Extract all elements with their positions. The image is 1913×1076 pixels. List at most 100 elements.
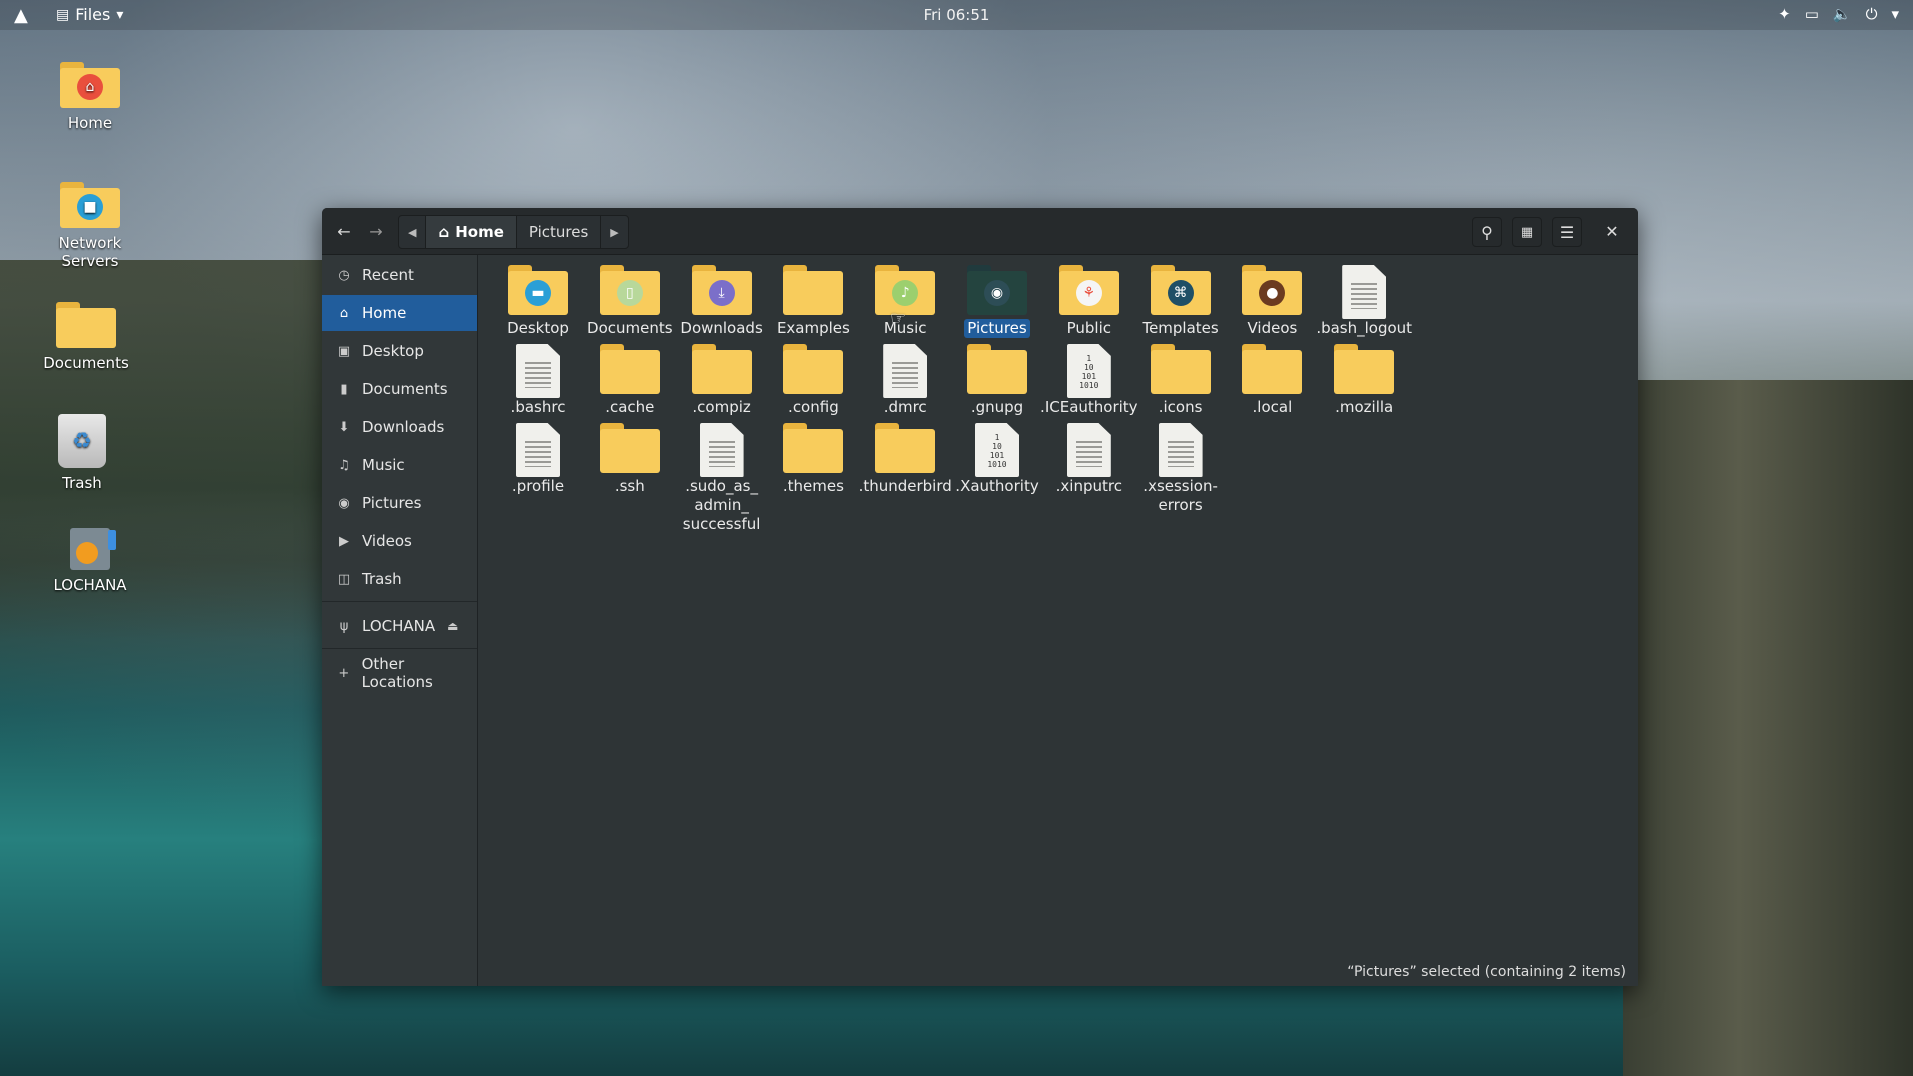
desktop-icon-label: Trash [62, 474, 102, 492]
file-label: .bashrc [510, 398, 566, 416]
file-label: .bash_logout [1316, 319, 1413, 337]
text-file-icon [516, 344, 560, 398]
search-button[interactable]: ⚲ [1472, 217, 1502, 247]
sidebar-item-label: Home [362, 304, 407, 322]
file-label: .icons [1158, 398, 1203, 416]
sidebar-item-documents[interactable]: ▮ Documents [322, 371, 477, 407]
desktop-icon-home[interactable]: ⌂ Home [35, 62, 145, 132]
breadcrumb-left-arrow-icon[interactable]: ◀ [399, 216, 427, 248]
files-app-icon: ▤ [56, 6, 70, 23]
folder-icon: ▯ [599, 265, 660, 315]
file-label: .xinputrc [1055, 477, 1122, 495]
plus-icon: + [338, 665, 350, 681]
sidebar-item-label: Other Locations [361, 655, 433, 691]
folder-icon [783, 344, 844, 394]
desktop-icon-label: LOCHANA [53, 576, 127, 594]
file-label: .themes [782, 477, 844, 495]
chevron-down-icon[interactable]: ▾ [1891, 5, 1899, 23]
sidebar-item-recent[interactable]: ◷ Recent [322, 257, 477, 293]
text-file-icon [1066, 423, 1111, 477]
file-label: .thunderbird [858, 477, 952, 495]
volume-icon[interactable]: 🔈 [1833, 5, 1852, 23]
view-grid-button[interactable]: ▦ [1512, 217, 1542, 247]
file-label: .profile [511, 477, 565, 495]
desktop-icon-network-servers[interactable]: ■ Network Servers [35, 182, 145, 270]
home-folder-icon: ⌂ [60, 62, 120, 108]
sidebar-item-label: Documents [362, 380, 448, 398]
file-label: Templates [1142, 319, 1219, 337]
sidebar-item-label: Videos [362, 532, 412, 550]
app-menu[interactable]: ▤ Files ▾ [56, 5, 123, 24]
sidebar-divider [322, 648, 477, 649]
system-tray[interactable]: ✦ ▭ 🔈 ⏻ ▾ [1778, 5, 1899, 23]
desktop-icon-label: Network Servers [58, 234, 122, 270]
clock[interactable]: Fri 06:51 [924, 6, 990, 24]
sidebar-item-pictures[interactable]: ◉ Pictures [322, 485, 477, 521]
chevron-down-icon: ▾ [116, 6, 124, 23]
desktop-icon-label: Home [67, 114, 113, 132]
status-bar: “Pictures” selected (containing 2 items) [1347, 964, 1626, 980]
accessibility-icon[interactable]: ✦ [1778, 5, 1791, 23]
folder-icon [783, 423, 844, 473]
forward-button[interactable]: → [362, 217, 390, 245]
menu-button[interactable]: ☰ [1552, 217, 1582, 247]
breadcrumb-right-arrow-icon[interactable]: ▶ [601, 216, 627, 248]
desktop-icon: ▣ [337, 343, 351, 359]
file-item[interactable]: .bash_logout [1308, 265, 1420, 338]
file-grid: ▬ Desktop ▯ Documents ⤓ Downloads Examples ♪ Mus… [478, 255, 1638, 986]
folder-icon [783, 265, 844, 315]
folder-icon [691, 344, 752, 394]
camera-icon: ◉ [984, 279, 1010, 306]
display-icon[interactable]: ▭ [1805, 5, 1819, 23]
folder-icon [56, 302, 116, 348]
text-file-icon [699, 423, 744, 477]
sidebar-item-videos[interactable]: ▶ Videos [322, 523, 477, 559]
desktop-icon-trash[interactable]: ♻ Trash [27, 414, 137, 492]
file-label: .compiz [692, 398, 751, 416]
file-label: .local [1252, 398, 1293, 416]
file-label: .gnupg [970, 398, 1024, 416]
file-manager-window: ← → ◀ ⌂ Home Pictures ▶ ⚲ ▦ ☰ ✕ ◷ Recent … [322, 208, 1638, 986]
text-file-icon [1342, 265, 1387, 319]
sidebar-item-label: Pictures [362, 494, 422, 512]
sidebar-item-downloads[interactable]: ⬇ Downloads [322, 409, 477, 445]
sidebar-divider [322, 601, 477, 602]
folder-icon: ◉ [967, 265, 1027, 315]
text-file-icon [883, 344, 928, 398]
video-icon: ▶ [339, 533, 349, 549]
back-button[interactable]: ← [330, 217, 358, 245]
sidebar-item-other-locations[interactable]: + Other Locations [322, 655, 477, 691]
sidebar-item-label: Trash [362, 570, 402, 588]
breadcrumb-current-label: Pictures [528, 223, 589, 241]
power-icon[interactable]: ⏻ [1866, 5, 1878, 23]
headphones-icon: ♫ [338, 457, 350, 473]
top-bar: ▲ ▤ Files ▾ Fri 06:51 ✦ ▭ 🔈 ⏻ ▾ [0, 0, 1913, 30]
sidebar-item-label: Recent [362, 266, 414, 284]
network-folder-icon: ■ [60, 182, 120, 228]
folder-icon: ⤓ [691, 265, 752, 315]
breadcrumb-pictures[interactable]: Pictures [517, 216, 602, 248]
activities-logo-icon[interactable]: ▲ [14, 5, 28, 26]
sidebar-item-desktop[interactable]: ▣ Desktop [322, 333, 477, 369]
trash-icon: ◫ [337, 571, 351, 587]
file-label: .ssh [614, 477, 645, 495]
file-label: .xsession-errors [1143, 477, 1218, 514]
folder-item[interactable]: .mozilla [1308, 344, 1420, 417]
search-icon: ⚲ [1481, 222, 1493, 242]
sidebar-item-trash[interactable]: ◫ Trash [322, 561, 477, 597]
desktop-icon-documents[interactable]: Documents [31, 302, 141, 372]
eject-icon[interactable]: ⏏ [447, 619, 458, 633]
folder-icon [1242, 344, 1303, 394]
file-item[interactable]: .xsession-errors [1125, 423, 1237, 515]
wallpaper-cliff-right [1623, 380, 1913, 1076]
breadcrumb-home[interactable]: ⌂ Home [426, 216, 517, 248]
file-label: .dmrc [883, 398, 927, 416]
file-label: .config [788, 398, 839, 416]
sidebar-item-home[interactable]: ⌂ Home [322, 295, 477, 331]
sidebar-item-music[interactable]: ♫ Music [322, 447, 477, 483]
desktop-icon-lochana[interactable]: LOCHANA [35, 528, 145, 594]
sidebar-item-lochana[interactable]: ψ LOCHANA ⏏ [322, 608, 477, 644]
folder-icon [875, 423, 936, 473]
usb-drive-icon [70, 528, 116, 570]
close-button[interactable]: ✕ [1598, 217, 1626, 245]
